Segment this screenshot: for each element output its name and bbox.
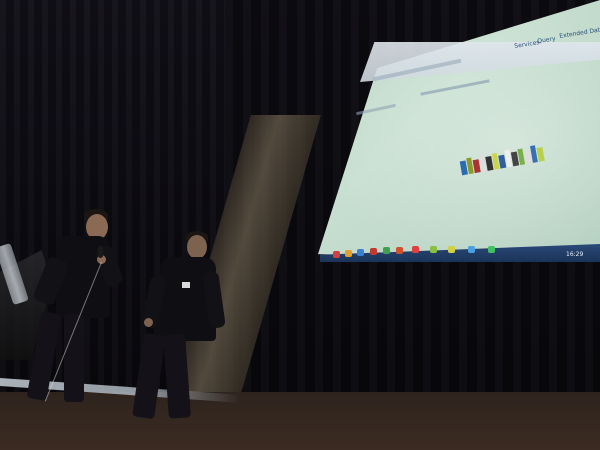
presenter-head bbox=[187, 235, 207, 259]
name-badge bbox=[182, 282, 190, 288]
presenter-hand bbox=[144, 318, 153, 327]
stage-floor bbox=[0, 392, 600, 450]
microphone-icon bbox=[98, 246, 103, 258]
stage-scene: Services Query Extended Data 16:29 bbox=[0, 0, 600, 450]
